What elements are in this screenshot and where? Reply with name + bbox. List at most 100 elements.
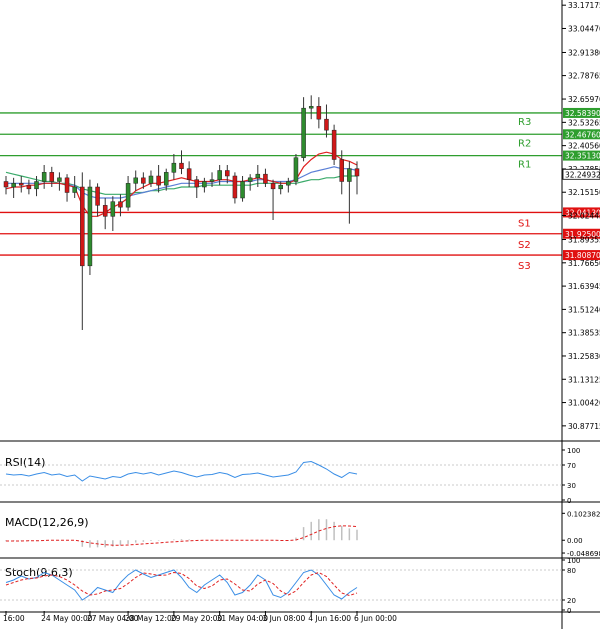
level-price-label: 32.46760	[565, 130, 600, 139]
candle-body	[209, 179, 215, 182]
time-tick-label: 3 Jun 08:00	[262, 614, 305, 623]
price-tick-label: 32.91380	[568, 48, 600, 57]
candle-body	[286, 181, 291, 186]
rsi-label: RSI(14)	[5, 456, 45, 469]
candle-body	[80, 186, 85, 267]
time-tick-label: 4 Jun 16:00	[308, 614, 351, 623]
candle-body	[270, 183, 276, 190]
candle-body	[331, 129, 337, 160]
candle-body	[308, 106, 314, 109]
level-name-s2: S2	[518, 240, 531, 251]
time-tick-label: 16:00	[3, 614, 25, 623]
candle-body	[225, 170, 230, 177]
price-tick-label: 31.63945	[568, 282, 600, 291]
candle-body	[163, 172, 169, 186]
time-tick-label: 29 May 20:00	[171, 614, 223, 623]
candle-body	[232, 175, 238, 199]
candle-body	[278, 184, 283, 190]
price-tick-label: 31.25830	[568, 352, 600, 361]
candle-body	[247, 177, 253, 182]
level-price-label: 32.58390	[565, 109, 600, 118]
time-tick-label: 28 May 12:00	[125, 614, 177, 623]
candle-body	[95, 186, 100, 206]
candle-body	[148, 175, 154, 184]
candle-body	[41, 172, 47, 182]
trading-chart: R332.58390R232.46760R132.35130S132.04130…	[0, 0, 600, 629]
price-tick-label: 32.40560	[568, 142, 600, 151]
price-tick-label: 32.78765	[568, 72, 600, 81]
candle-body	[26, 184, 32, 190]
price-tick-label: 32.65970	[568, 95, 600, 104]
stoch-tick-label: 20	[567, 597, 576, 605]
price-tick-label: 33.04470	[568, 24, 600, 33]
price-tick-label: 31.51240	[568, 305, 600, 314]
rsi-line	[5, 460, 358, 482]
time-tick-label: 31 May 04:00	[217, 614, 269, 623]
level-name-r2: R2	[518, 138, 531, 149]
time-tick-label: 24 May 00:00	[41, 614, 93, 623]
stoch-label: Stoch(9,6,3)	[5, 566, 73, 579]
price-tick-label: 31.00420	[568, 399, 600, 408]
candle-body	[64, 177, 70, 193]
candle-body	[72, 186, 77, 193]
macd-label: MACD(12,26,9)	[5, 516, 89, 529]
macd-panel: MACD(12,26,9)0.1023820.00-0.048698	[0, 510, 600, 559]
price-tick-label: 31.38535	[568, 329, 600, 338]
candle-body	[301, 107, 306, 158]
candle-body	[34, 181, 39, 190]
stoch-tick-label: 100	[567, 557, 580, 565]
price-tick-label: 30.87715	[568, 422, 600, 431]
macd-tick-label: 0.00	[567, 537, 583, 545]
time-tick-label: 6 Jun 00:00	[354, 614, 397, 623]
candle-body	[194, 179, 200, 188]
candle-body	[217, 170, 222, 180]
price-tick-label: 32.02445	[568, 212, 600, 221]
rsi-tick-label: 0	[567, 497, 571, 505]
stoch-tick-label: 0	[567, 607, 571, 615]
price-tick-label: 31.13125	[568, 375, 600, 384]
candle-body	[263, 173, 268, 184]
candle-body	[156, 175, 161, 186]
candle-body	[19, 183, 24, 186]
level-name-s1: S1	[518, 218, 531, 229]
level-price-label: 32.35130	[565, 152, 600, 161]
candle-body	[110, 201, 116, 217]
candle-body	[179, 162, 184, 169]
candle-body	[87, 186, 93, 267]
candle-body	[11, 183, 16, 188]
candle-body	[324, 118, 329, 131]
candle-body	[186, 168, 192, 180]
candle-body	[171, 162, 177, 173]
candle-body	[339, 159, 344, 182]
candle-body	[240, 181, 245, 199]
candle-body	[125, 183, 131, 208]
candle-body	[102, 205, 108, 217]
candle-body	[133, 177, 138, 184]
rsi-panel: RSI(14) 100 70 30 0	[0, 447, 600, 505]
candle-body	[141, 177, 146, 184]
price-tick-label: 32.15150	[568, 188, 600, 197]
rsi-tick-label: 100	[567, 447, 580, 455]
time-axis: 16:00 24 May 00:0027 May 04:0028 May 12:0…	[3, 611, 397, 623]
price-tick-label: 33.17175	[568, 1, 600, 10]
candle-body	[347, 168, 352, 182]
candle-body	[3, 181, 9, 188]
stoch-panel: Stoch(9,6,3) 100 80 20 0	[0, 557, 600, 615]
candle-body	[49, 172, 55, 182]
level-name-r1: R1	[518, 160, 531, 171]
rsi-tick-label: 30	[567, 482, 576, 490]
candle-body	[316, 106, 322, 120]
candle-body	[293, 157, 299, 182]
rsi-tick-label: 70	[567, 462, 576, 470]
candle-body	[202, 181, 207, 188]
price-tick-label: 31.89355	[568, 236, 600, 245]
candle-body	[255, 173, 261, 179]
candle-body	[57, 177, 62, 182]
price-axis: 33.17175 33.04470 32.91380 32.78765 32.65970…	[0, 0, 600, 629]
candle-body	[354, 168, 360, 177]
macd-tick-label: 0.102382	[567, 510, 600, 518]
stoch-tick-label: 80	[567, 567, 576, 575]
price-tick-label: 32.53265	[568, 118, 600, 127]
current-price-label: 32.24932	[565, 170, 600, 179]
level-name-r3: R3	[518, 117, 531, 128]
